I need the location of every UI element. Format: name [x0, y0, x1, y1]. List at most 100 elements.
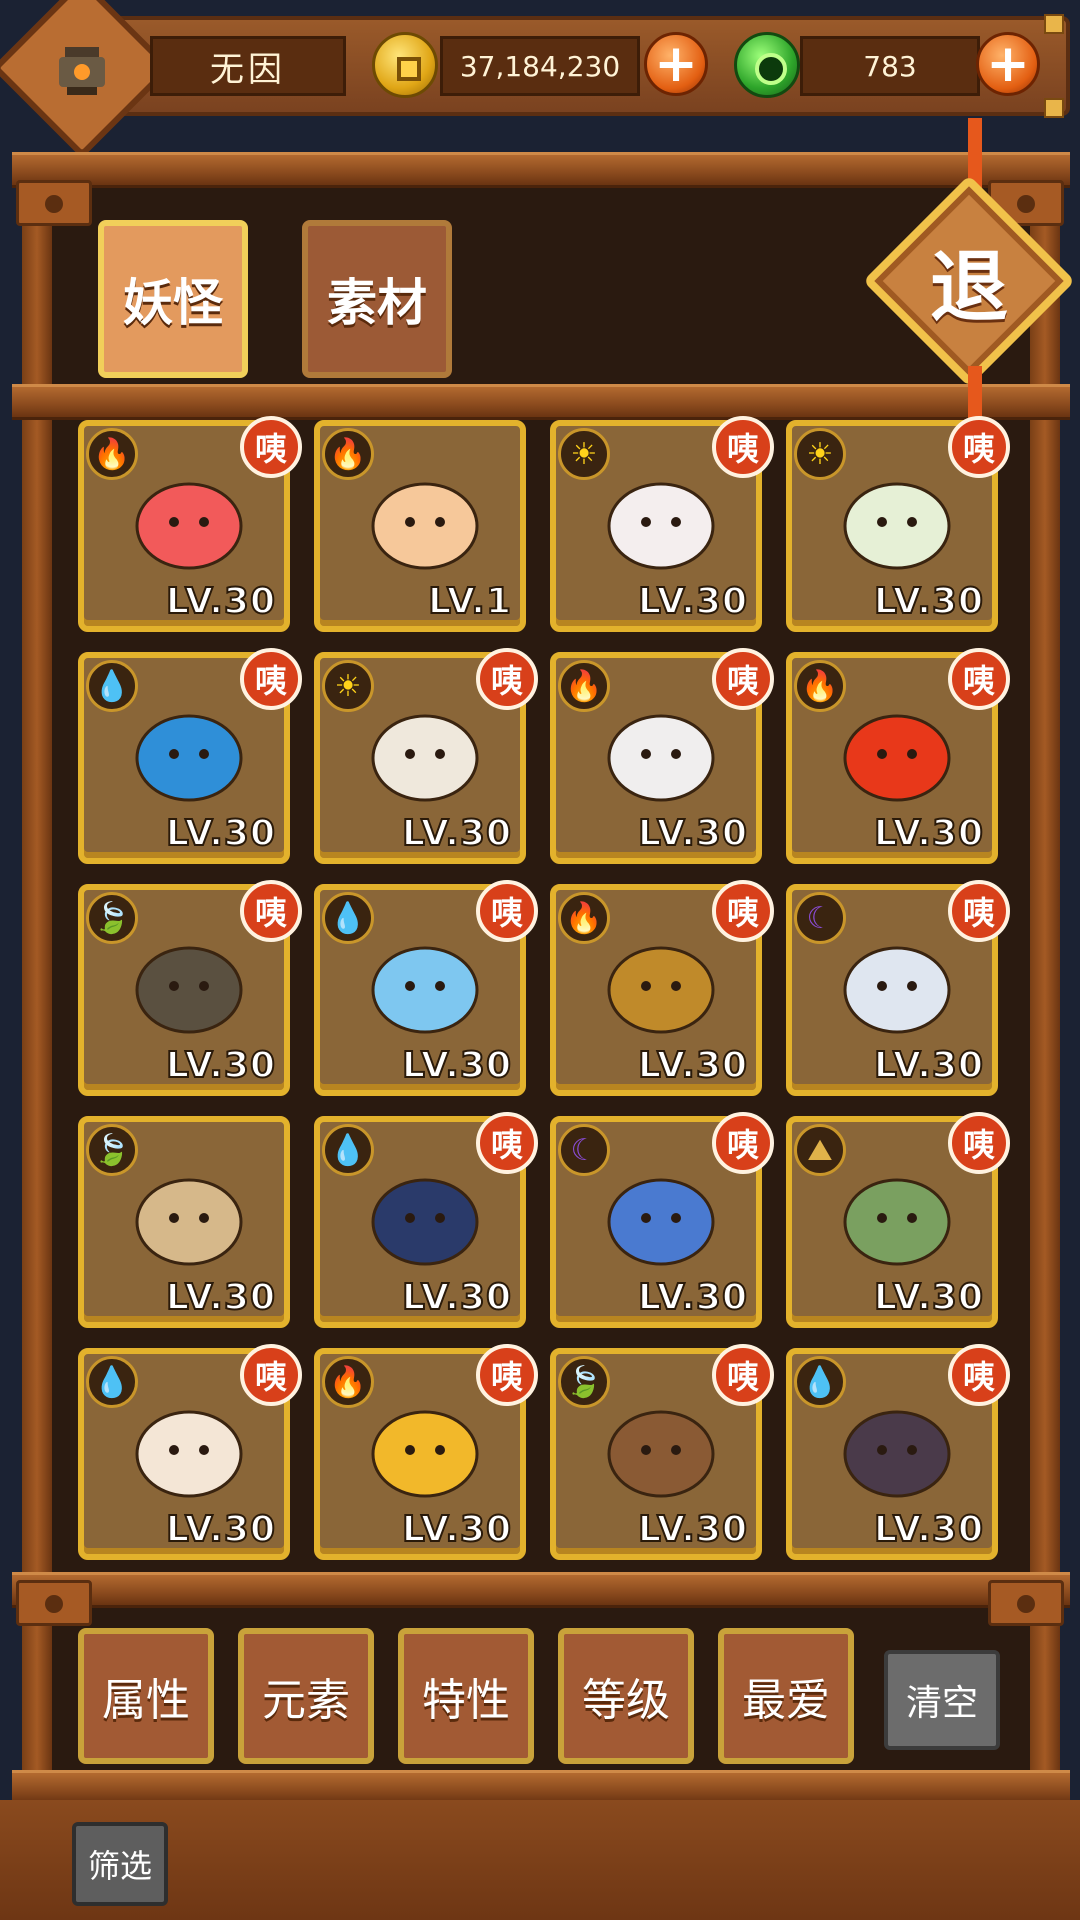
monster-card[interactable]: 💧 咦 LV.30	[78, 1344, 302, 1560]
monster-card[interactable]: 🔥 咦 LV.30	[78, 416, 302, 632]
heart-icon	[124, 466, 254, 576]
filter-element-button[interactable]: 元素	[238, 1628, 374, 1764]
level-label: LV.30	[637, 580, 748, 623]
sun-element-icon: ☀	[794, 428, 846, 480]
fire-bird-icon	[832, 698, 962, 808]
earth-element-icon: ⛰	[794, 1124, 846, 1176]
beam-cap	[16, 1580, 92, 1626]
gold-amount: 37,184,230	[440, 36, 640, 96]
monster-card[interactable]: 🔥 咦 LV.30	[786, 648, 1010, 864]
monster-card[interactable]: 🔥 咦 LV.30	[550, 880, 774, 1096]
level-label: LV.30	[637, 812, 748, 855]
jade-amount: 783	[800, 36, 980, 96]
monster-card[interactable]: 🍃 咦 LV.30	[550, 1344, 774, 1560]
monster-card[interactable]: 💧 咦 LV.30	[314, 1112, 538, 1328]
filter-favorite-button[interactable]: 最爱	[718, 1628, 854, 1764]
exit-button[interactable]: 退	[894, 206, 1044, 356]
monster-card[interactable]: 💧 咦 LV.30	[78, 648, 302, 864]
water-element-icon: 💧	[86, 660, 138, 712]
fire-element-icon: 🔥	[86, 428, 138, 480]
sun-element-icon: ☀	[322, 660, 374, 712]
shelf-beam-tabs	[12, 384, 1070, 420]
jade-coin-icon	[734, 32, 800, 98]
new-badge: 咦	[712, 416, 774, 478]
beam-cap	[16, 180, 92, 226]
white-beast-icon	[360, 698, 490, 808]
water-element-icon: 💧	[322, 1124, 374, 1176]
screen-filter-button[interactable]: 筛选	[72, 1822, 168, 1906]
monster-card[interactable]: ⛰ 咦 LV.30	[786, 1112, 1010, 1328]
new-badge: 咦	[948, 1344, 1010, 1406]
level-label: LV.30	[401, 1276, 512, 1319]
monster-card[interactable]: 🍃 LV.30	[78, 1116, 290, 1328]
monster-card[interactable]: 💧 咦 LV.30	[786, 1344, 1010, 1560]
add-gold-button[interactable]: +	[644, 32, 708, 96]
gourd-bird-icon	[596, 1394, 726, 1504]
level-label: LV.30	[873, 812, 984, 855]
filter-level-button[interactable]: 等级	[558, 1628, 694, 1764]
new-badge: 咦	[948, 416, 1010, 478]
new-badge: 咦	[476, 1112, 538, 1174]
corner-bolt	[1044, 14, 1064, 34]
level-label: LV.30	[637, 1044, 748, 1087]
water-blob-icon	[124, 698, 254, 808]
new-badge: 咦	[240, 648, 302, 710]
level-label: LV.30	[873, 1276, 984, 1319]
sword-sprite-icon	[832, 1394, 962, 1504]
monster-card[interactable]: ☀ 咦 LV.30	[314, 648, 538, 864]
moon-element-icon: ☾	[558, 1124, 610, 1176]
new-badge: 咦	[948, 648, 1010, 710]
monster-card[interactable]: ☾ 咦 LV.30	[786, 880, 1010, 1096]
level-label: LV.30	[637, 1276, 748, 1319]
shelf-beam-top	[12, 152, 1070, 188]
level-label: LV.30	[873, 1508, 984, 1551]
new-badge: 咦	[240, 416, 302, 478]
white-cat-icon	[596, 698, 726, 808]
level-label: LV.30	[873, 1044, 984, 1087]
filter-trait-button[interactable]: 特性	[398, 1628, 534, 1764]
water-element-icon: 💧	[86, 1356, 138, 1408]
rice-ball-icon	[832, 930, 962, 1040]
turtle-icon	[124, 930, 254, 1040]
monster-card[interactable]: ☀ 咦 LV.30	[786, 416, 1010, 632]
new-badge: 咦	[948, 1112, 1010, 1174]
filter-attribute-button[interactable]: 属性	[78, 1628, 214, 1764]
fire-element-icon: 🔥	[794, 660, 846, 712]
monster-card[interactable]: 💧 咦 LV.30	[314, 880, 538, 1096]
monster-card[interactable]: 🔥 LV.1	[314, 420, 526, 632]
fire-element-icon: 🔥	[558, 892, 610, 944]
log-sprite-icon	[124, 1162, 254, 1272]
clear-filters-button[interactable]: 清空	[884, 1650, 1000, 1750]
tab-materials[interactable]: 素材	[302, 220, 452, 378]
new-badge: 咦	[712, 1112, 774, 1174]
level-label: LV.30	[637, 1508, 748, 1551]
add-jade-button[interactable]: +	[976, 32, 1040, 96]
water-element-icon: 💧	[322, 892, 374, 944]
level-label: LV.30	[401, 1508, 512, 1551]
fire-element-icon: 🔥	[322, 428, 374, 480]
new-badge: 咦	[712, 880, 774, 942]
new-badge: 咦	[476, 1344, 538, 1406]
level-label: LV.30	[165, 1276, 276, 1319]
monster-card[interactable]: 🍃 咦 LV.30	[78, 880, 302, 1096]
monster-card[interactable]: ☀ 咦 LV.30	[550, 416, 774, 632]
new-badge: 咦	[948, 880, 1010, 942]
new-badge: 咦	[712, 648, 774, 710]
monster-card[interactable]: ☾ 咦 LV.30	[550, 1112, 774, 1328]
avatar[interactable]	[36, 22, 128, 114]
level-label: LV.30	[165, 1044, 276, 1087]
level-label: LV.30	[165, 812, 276, 855]
new-badge: 咦	[240, 880, 302, 942]
monster-card[interactable]: 🔥 咦 LV.30	[314, 1344, 538, 1560]
level-label: LV.30	[165, 580, 276, 623]
dark-haired-girl-icon	[360, 1162, 490, 1272]
monster-card[interactable]: 🔥 咦 LV.30	[550, 648, 774, 864]
new-badge: 咦	[476, 880, 538, 942]
beam-cap	[988, 1580, 1064, 1626]
tab-monsters[interactable]: 妖怪	[98, 220, 248, 378]
new-badge: 咦	[712, 1344, 774, 1406]
gold-coin-icon	[372, 32, 438, 98]
player-avatar-icon	[59, 47, 105, 95]
paper-cup-icon	[832, 466, 962, 576]
white-fox-icon	[596, 466, 726, 576]
